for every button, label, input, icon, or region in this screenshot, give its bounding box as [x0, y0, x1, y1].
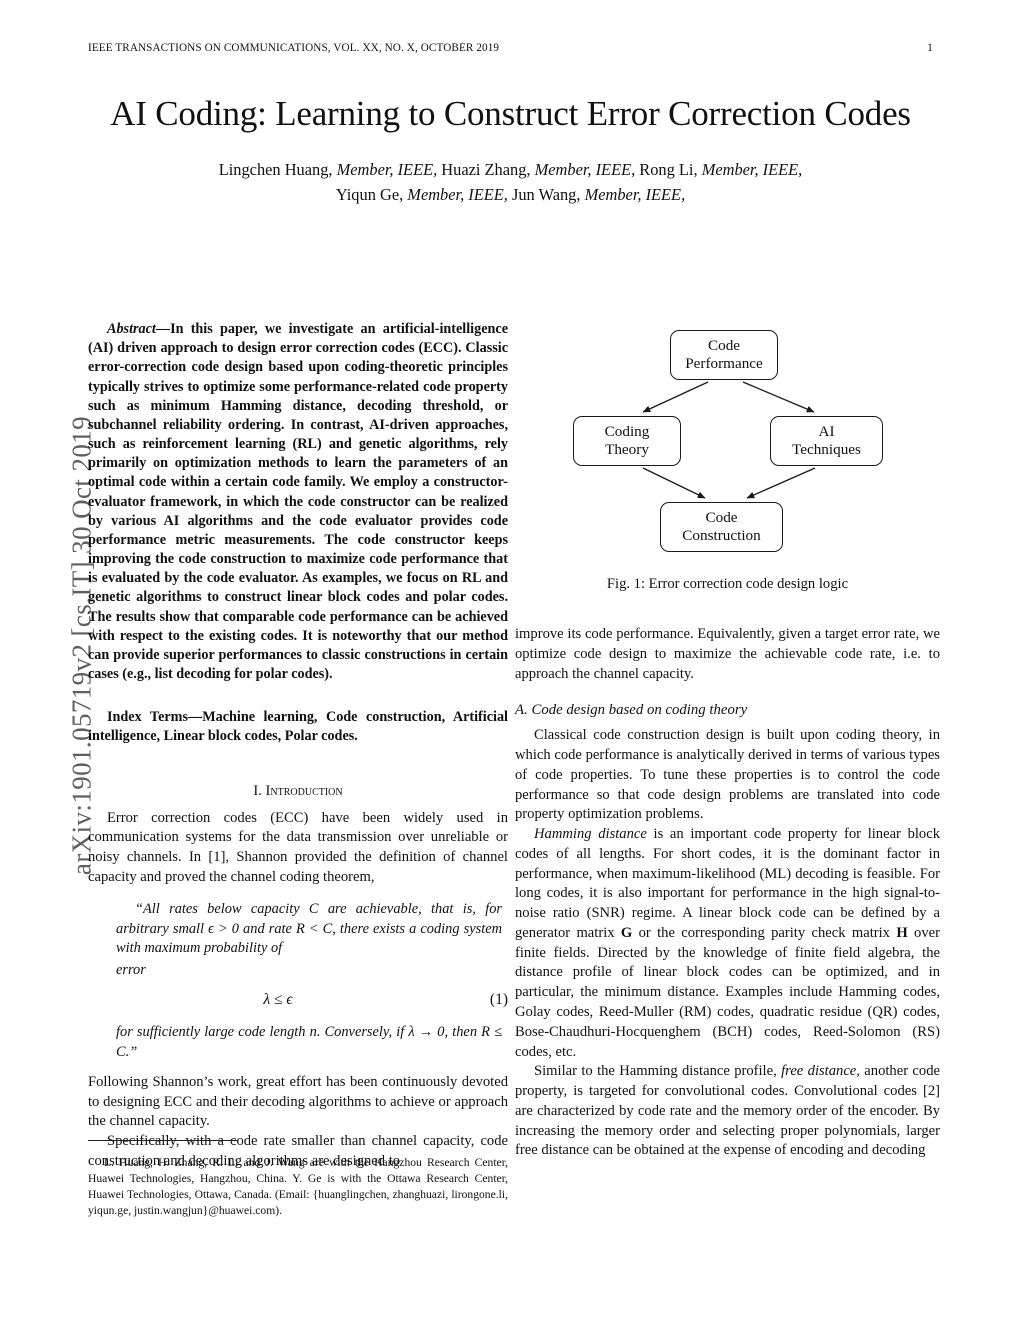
- author-line-1: Lingchen Huang, Member, IEEE, Huazi Zhan…: [88, 157, 933, 182]
- running-head: IEEE Transactions on Communications, Vol…: [88, 42, 933, 54]
- abstract-label: Abstract: [107, 321, 156, 337]
- section-title: Introduction: [265, 782, 343, 799]
- author-yiqun-ge: Yiqun Ge,: [335, 185, 408, 205]
- abstract-dash: —: [155, 321, 171, 337]
- arrow-performance-to-ai: [742, 381, 815, 413]
- intro-paragraph-1: Error correction codes (ECC) have been w…: [88, 809, 508, 885]
- section-heading-introduction: I. Introduction: [88, 783, 508, 800]
- equation-body: λ ≤ ϵ: [263, 991, 293, 1009]
- term-free-distance: free distance: [781, 1063, 857, 1080]
- subsection-a-paragraph-3: Similar to the Hamming distance profile,…: [515, 1062, 940, 1161]
- quote-line-b: error: [116, 962, 146, 979]
- quote-line-a: “All rates below capacity C are achievab…: [116, 900, 502, 957]
- p3-pre: Similar to the Hamming distance profile,: [534, 1063, 782, 1080]
- node-line-2: Theory: [605, 441, 649, 458]
- author-line-2: Yiqun Ge, Member, IEEE, Jun Wang, Member…: [88, 182, 933, 207]
- node-line-2: Performance: [685, 355, 763, 372]
- author-lingchen-huang: Lingchen Huang,: [218, 160, 337, 180]
- index-terms-label: Index Terms: [107, 709, 189, 726]
- figure-caption: Fig. 1: Error correction code design log…: [606, 576, 849, 592]
- diagram-node-code-construction[interactable]: Code Construction: [660, 502, 783, 552]
- intro-paragraph-4: improve its code performance. Equivalent…: [515, 626, 940, 682]
- right-column: improve its code performance. Equivalent…: [515, 625, 940, 1161]
- equation-number: (1): [489, 991, 508, 1009]
- node-line-2: Construction: [682, 527, 761, 544]
- index-terms-paragraph: Index Terms—Machine learning, Code const…: [88, 708, 508, 746]
- node-line-1: AI: [818, 423, 835, 441]
- footnote-separator: [88, 1140, 238, 1141]
- abstract-paragraph: Abstract—In this paper, we investigate a…: [88, 320, 508, 684]
- member-tag-2: Member, IEEE,: [534, 160, 636, 180]
- left-column: Abstract—In this paper, we investigate a…: [88, 320, 508, 1172]
- node-line-2: Techniques: [792, 441, 861, 458]
- p2-tail: over finite fields. Directed by the know…: [515, 924, 940, 1060]
- journal-name: IEEE Transactions on Communications, Vol…: [88, 42, 500, 54]
- node-line-1: Code: [707, 337, 741, 355]
- diagram-node-coding-theory[interactable]: Coding Theory: [573, 416, 681, 466]
- shannon-quote-part-1: “All rates below capacity C are achievab…: [88, 900, 508, 982]
- subsection-label: A.: [515, 702, 528, 719]
- term-hamming-distance: Hamming distance: [534, 826, 647, 843]
- arrow-coding-to-construction: [642, 467, 706, 499]
- node-line-1: Coding: [604, 423, 650, 441]
- member-tag-4: Member, IEEE,: [407, 185, 508, 205]
- subsection-a-paragraph-2: Hamming distance is an important code pr…: [515, 825, 940, 1062]
- page-number: 1: [927, 42, 933, 54]
- equation-1: λ ≤ ϵ (1): [88, 991, 508, 1009]
- page-title: AI Coding: Learning to Construct Error C…: [110, 94, 911, 133]
- intro-paragraph-2: Following Shannon’s work, great effort h…: [88, 1073, 508, 1130]
- arrow-ai-to-construction: [746, 467, 816, 499]
- node-line-1: Code: [705, 509, 738, 527]
- member-tag-1: Member, IEEE,: [336, 160, 438, 180]
- matrix-g-symbol: G: [620, 924, 633, 941]
- diagram-node-code-performance[interactable]: Code Performance: [670, 330, 778, 380]
- figure-1: Code Performance Coding Theory AI Techni…: [515, 322, 940, 593]
- section-numeral: I.: [253, 782, 262, 799]
- subsection-a-paragraph-1: Classical code construction design is bu…: [515, 727, 940, 823]
- member-tag-5: Member, IEEE,: [584, 185, 686, 205]
- member-tag-3: Member, IEEE,: [701, 160, 803, 180]
- author-list: Lingchen Huang, Member, IEEE, Huazi Zhan…: [88, 157, 933, 208]
- abstract-text: In this paper, we investigate an artific…: [88, 321, 508, 683]
- p2-rest: is an important code property for linear…: [515, 826, 940, 941]
- subsection-heading-a: A. Code design based on coding theory: [515, 702, 940, 719]
- index-terms-dash: —: [188, 709, 203, 726]
- author-jun-wang: Jun Wang,: [507, 185, 585, 205]
- subsection-title: Code design based on coding theory: [531, 702, 748, 719]
- author-huazi-zhang: Huazi Zhang,: [437, 160, 535, 180]
- footnote-affiliations: L. Huang, H. Zhang, R. Li and J. Wang ar…: [88, 1156, 508, 1217]
- diagram-node-ai-techniques[interactable]: AI Techniques: [770, 416, 883, 466]
- p2-mid: or the corresponding parity check matrix: [632, 924, 897, 941]
- title-block: AI Coding: Learning to Construct Error C…: [88, 92, 933, 208]
- matrix-h-symbol: H: [896, 924, 908, 941]
- author-rong-li: Rong Li,: [635, 160, 702, 180]
- shannon-quote-part-2: for sufficiently large code length n. Co…: [116, 1024, 502, 1061]
- figure-canvas: Code Performance Coding Theory AI Techni…: [515, 322, 940, 562]
- arrow-performance-to-coding: [642, 381, 709, 413]
